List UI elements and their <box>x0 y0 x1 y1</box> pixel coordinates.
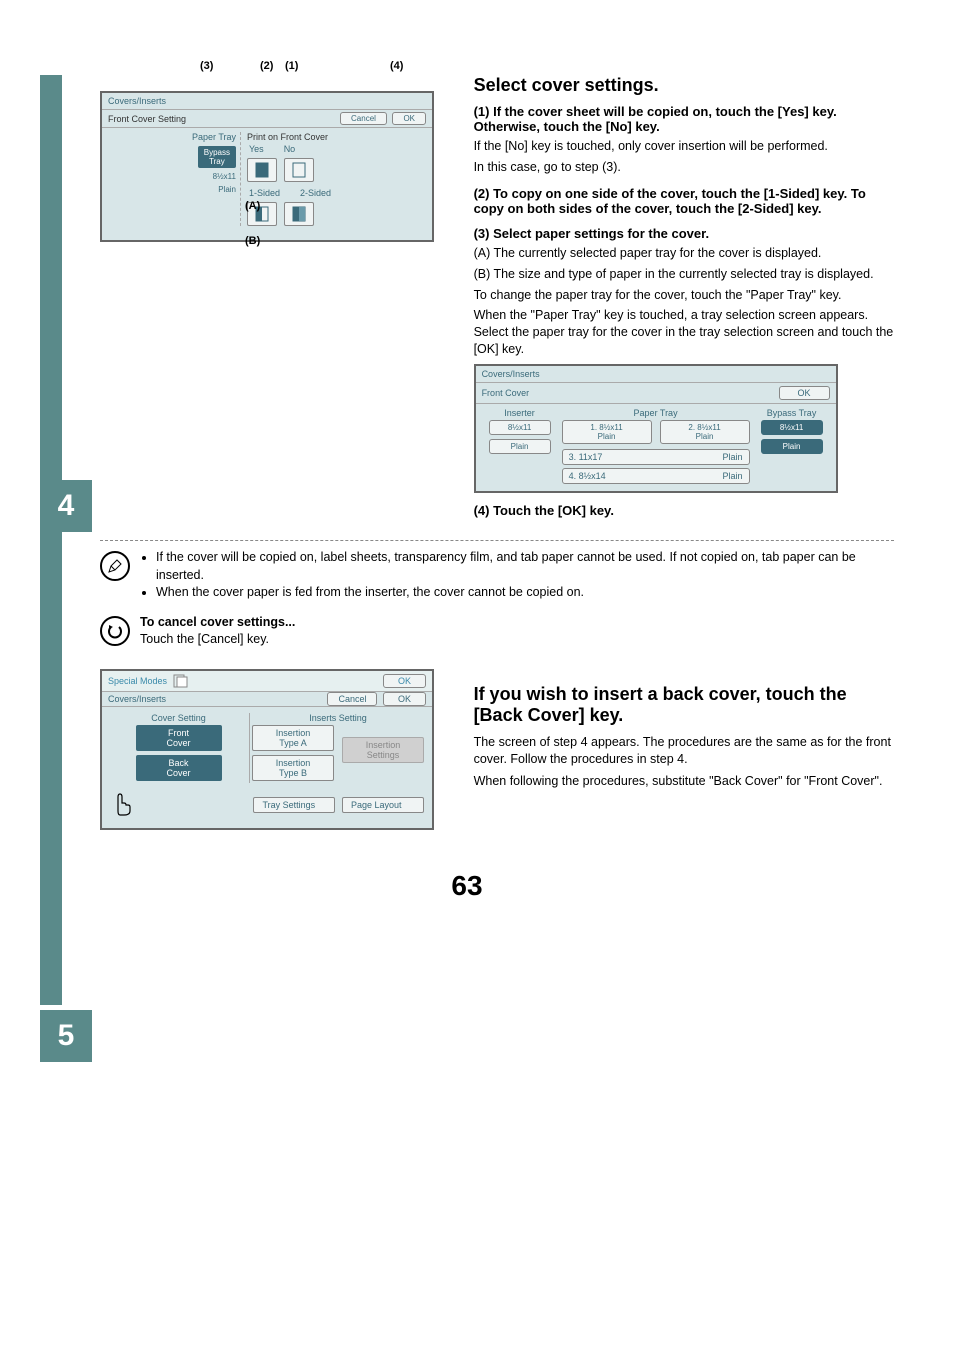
note-bullet-1: If the cover will be copied on, label sh… <box>156 549 894 584</box>
inserter-type-button[interactable]: Plain <box>489 439 551 454</box>
step5-heading: If you wish to insert a back cover, touc… <box>474 684 894 726</box>
print-on-front-cover-label: Print on Front Cover <box>247 132 428 142</box>
cancel-note-body: Touch the [Cancel] key. <box>140 631 894 649</box>
tray-2-button[interactable]: 2. 8½x11 Plain <box>660 420 750 444</box>
item1-p2: In this case, go to step (3). <box>474 159 894 176</box>
inserter-size-button[interactable]: 8½x11 <box>489 420 551 435</box>
screen2-ok-button[interactable]: OK <box>779 386 830 400</box>
screen3-title: Covers/Inserts <box>108 694 166 704</box>
item3-A: (A) The currently selected paper tray fo… <box>474 245 894 262</box>
inserts-setting-label: Inserts Setting <box>250 713 426 723</box>
item3-title: Select paper settings for the cover. <box>493 226 709 241</box>
tray-3-button[interactable]: 3. 11x17 Plain <box>562 449 750 465</box>
step5-p2: When following the procedures, substitut… <box>474 773 894 791</box>
tray-size-label: 8½x11 <box>106 172 236 181</box>
item4-num: (4) <box>474 503 490 518</box>
top-ok-button[interactable]: OK <box>383 674 426 688</box>
insertion-type-a-button[interactable]: Insertion Type A <box>252 725 334 751</box>
page-filled-icon <box>255 162 269 178</box>
covers-inserts-screen: Special Modes OK Covers/Inserts Cancel O… <box>100 669 434 830</box>
callout-2: (2) <box>260 60 273 72</box>
two-sided-option[interactable] <box>284 202 314 226</box>
step-number-5: 5 <box>40 1010 92 1062</box>
page-layout-button[interactable]: Page Layout <box>342 797 424 813</box>
cancel-button[interactable]: Cancel <box>340 112 387 125</box>
screen2-subtitle: Front Cover <box>482 388 530 398</box>
paper-tray-col-label: Paper Tray <box>560 408 752 418</box>
item2-num: (2) <box>474 186 490 201</box>
no-label: No <box>284 144 296 154</box>
item3-p2: When the "Paper Tray" key is touched, a … <box>474 307 894 358</box>
insertion-settings-button: Insertion Settings <box>342 737 424 763</box>
hand-pointer-icon <box>108 789 136 822</box>
tray-1-type: Plain <box>571 432 643 441</box>
divider <box>100 540 894 541</box>
two-sided-icon <box>292 206 306 222</box>
front-cover-setting-screen: Covers/Inserts Front Cover Setting Cance… <box>100 91 434 242</box>
tray-4-size: 4. 8½x14 <box>569 471 606 481</box>
tray-2-type: Plain <box>669 432 741 441</box>
item3-num: (3) <box>474 226 490 241</box>
paper-tray-label: Paper Tray <box>106 132 236 142</box>
tray-1-size: 1. 8½x11 <box>571 423 643 432</box>
screen1-title: Covers/Inserts <box>102 93 432 110</box>
callout-top-labels: (3) (2) (1) (4) <box>100 60 430 76</box>
callout-3: (3) <box>200 60 213 72</box>
item1-title: If the cover sheet will be copied on, to… <box>474 104 837 134</box>
bypass-tray-label: Bypass Tray <box>752 408 832 418</box>
yes-option[interactable] <box>247 158 277 182</box>
callout-4: (4) <box>390 60 403 72</box>
two-sided-label: 2-Sided <box>300 188 331 198</box>
tray-settings-button[interactable]: Tray Settings <box>253 797 335 813</box>
bypass-tray-button[interactable]: Bypass Tray <box>198 146 236 168</box>
info-note-icon <box>100 551 130 581</box>
bypass-type-button[interactable]: Plain <box>761 439 823 454</box>
item1-p1: If the [No] key is touched, only cover i… <box>474 138 894 155</box>
tray-3-type: Plain <box>723 452 743 462</box>
step-number-4: 4 <box>40 480 92 532</box>
item1-num: (1) <box>474 104 490 119</box>
cover-setting-label: Cover Setting <box>108 713 249 723</box>
left-accent-bar <box>40 75 62 1005</box>
callout-B: (B) <box>245 235 260 247</box>
callout-1: (1) <box>285 60 298 72</box>
tray-2-size: 2. 8½x11 <box>669 423 741 432</box>
insertion-type-b-button[interactable]: Insertion Type B <box>252 755 334 781</box>
item2-title: To copy on one side of the cover, touch … <box>474 186 866 216</box>
back-cover-button[interactable]: Back Cover <box>136 755 222 781</box>
tray-1-button[interactable]: 1. 8½x11 Plain <box>562 420 652 444</box>
screen2-title: Covers/Inserts <box>476 366 836 383</box>
item3-B: (B) The size and type of paper in the cu… <box>474 266 894 283</box>
tray-4-button[interactable]: 4. 8½x14 Plain <box>562 468 750 484</box>
inserter-label: Inserter <box>480 408 560 418</box>
screen3-cancel-button[interactable]: Cancel <box>327 692 377 706</box>
item4-title: Touch the [OK] key. <box>493 503 614 518</box>
callout-A: (A) <box>245 200 260 212</box>
yes-label: Yes <box>249 144 264 154</box>
undo-arrow-icon <box>107 623 123 639</box>
front-cover-button[interactable]: Front Cover <box>136 725 222 751</box>
step4-heading: Select cover settings. <box>474 75 894 96</box>
note-bullet-2: When the cover paper is fed from the ins… <box>156 584 894 602</box>
screen1-subtitle: Front Cover Setting <box>108 114 186 124</box>
one-sided-label: 1-Sided <box>249 188 280 198</box>
no-option[interactable] <box>284 158 314 182</box>
cancel-note-icon <box>100 616 130 646</box>
special-modes-label[interactable]: Special Modes <box>108 676 167 686</box>
pencil-icon <box>107 558 123 574</box>
cancel-note-title: To cancel cover settings... <box>140 614 894 632</box>
page-number: 63 <box>40 870 894 902</box>
page-outline-icon <box>292 162 306 178</box>
tray-selection-screen: Covers/Inserts Front Cover OK Inserter 8… <box>474 364 838 493</box>
item3-p1: To change the paper tray for the cover, … <box>474 287 894 304</box>
tray-4-type: Plain <box>723 471 743 481</box>
ok-button[interactable]: OK <box>392 112 426 125</box>
screen3-ok-button[interactable]: OK <box>383 692 426 706</box>
bypass-size-button[interactable]: 8½x11 <box>761 420 823 435</box>
step5-p1: The screen of step 4 appears. The proced… <box>474 734 894 769</box>
tray-type-label: Plain <box>106 185 236 194</box>
original-icon <box>173 674 191 688</box>
tray-3-size: 3. 11x17 <box>569 452 603 462</box>
